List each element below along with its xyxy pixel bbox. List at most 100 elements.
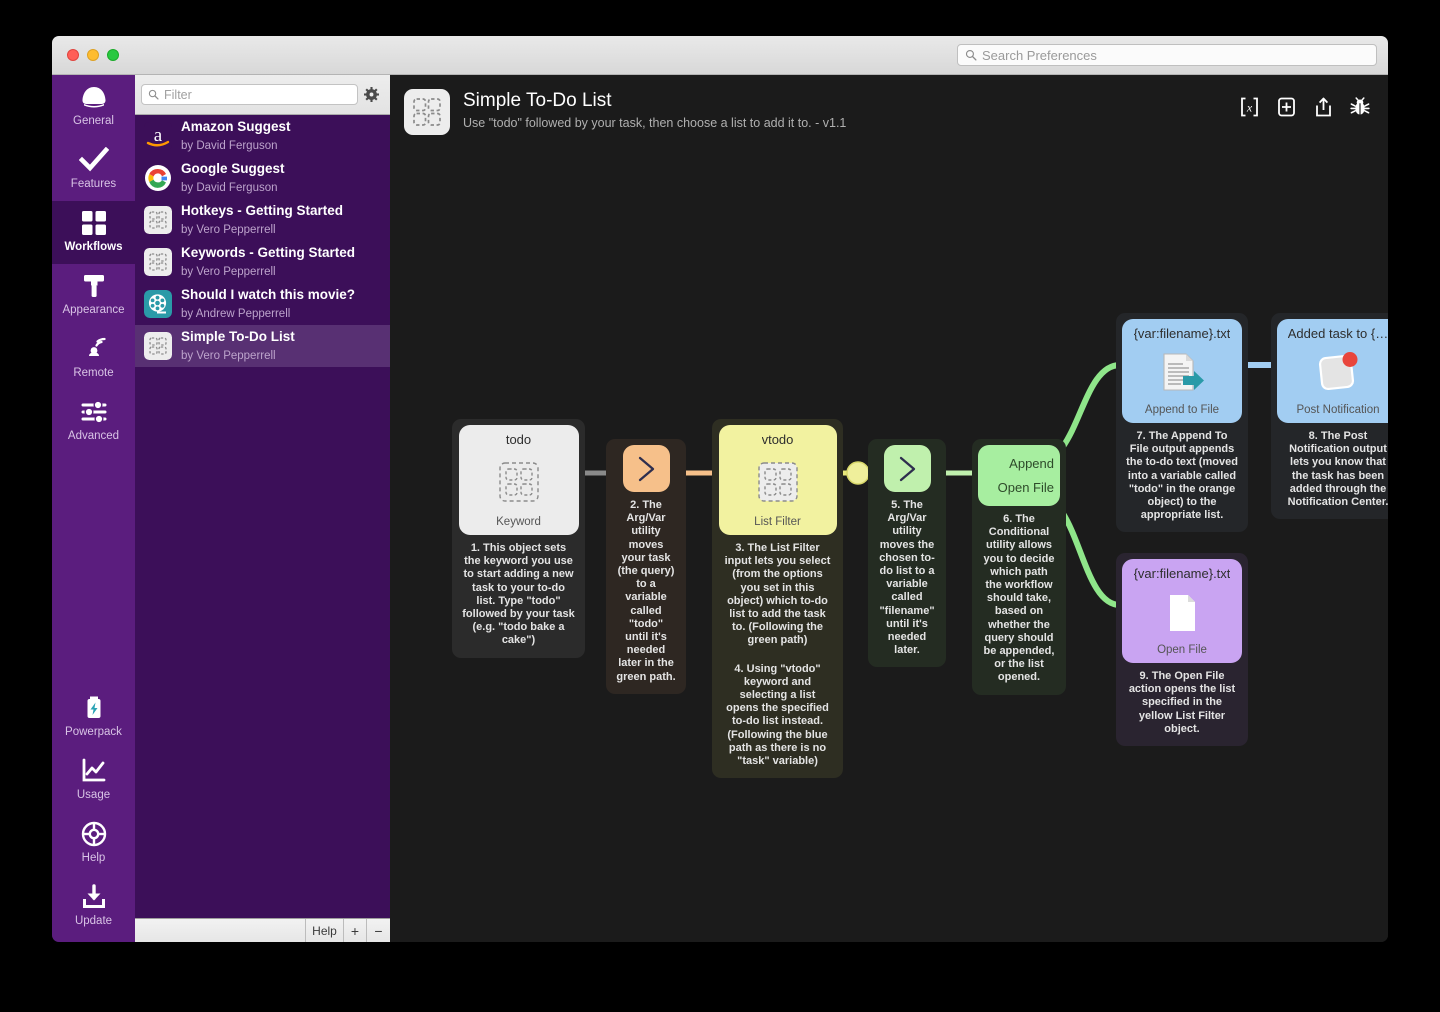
node-group-conditional[interactable]: Append Open File 6. The Conditional util… [972,439,1066,695]
filter-toolbar: Filter [135,75,390,115]
google-logo-icon [144,164,172,192]
chevron-right-icon [629,445,663,492]
window-titlebar: Search Preferences [52,36,1388,75]
sidebar-item-help[interactable]: Help [52,812,135,875]
life-ring-icon [81,819,107,849]
add-workflow-button[interactable]: + [344,919,367,942]
list-item-name: Should I watch this movie? [181,287,355,302]
node-title: todo [506,432,531,447]
film-reel-icon [144,290,172,318]
search-preferences-input[interactable]: Search Preferences [957,44,1377,66]
node-append-to-file[interactable]: {var:filename}.txt [1122,319,1242,423]
list-item[interactable]: a Amazon Suggest by David Ferguson [135,115,390,157]
sidebar-item-advanced[interactable]: Advanced [52,390,135,453]
workflow-list-status-bar: Help + − [135,918,390,942]
list-item-name: Keywords - Getting Started [181,245,355,260]
list-item-author: by Vero Pepperrell [181,224,276,236]
workflow-list-column: Filter [135,75,390,942]
filter-input[interactable]: Filter [141,84,358,105]
conditional-output-open-file: Open File [980,480,1058,495]
dashed-grid-icon [755,447,801,516]
sidebar-item-label: Remote [73,367,113,380]
preferences-sidebar: General Features Workflows [52,75,135,942]
workflow-graph: todo Keyword 1. This object sets the key… [390,75,1388,942]
sidebar-item-label: Powerpack [65,726,122,739]
workflow-list: a Amazon Suggest by David Ferguson [135,115,390,367]
list-item[interactable]: Hotkeys - Getting Started by Vero Pepper… [135,199,390,241]
list-item-author: by Vero Pepperrell [181,266,276,278]
node-annotation: 5. The Arg/Var utility moves the chosen … [874,492,940,661]
sidebar-item-label: Appearance [62,304,124,317]
node-subtitle: Append to File [1145,404,1219,417]
workflow-grid-icon [144,248,172,276]
node-open-file[interactable]: {var:filename}.txt Open File [1122,559,1242,663]
node-keyword[interactable]: todo Keyword [459,425,579,535]
node-group-keyword[interactable]: todo Keyword 1. This object sets the key… [452,419,585,658]
node-group-argvar-todo[interactable]: 2. The Arg/Var utility moves your task (… [606,439,686,694]
sidebar-item-label: Workflows [65,241,123,254]
gear-icon [364,87,379,102]
append-document-icon [1156,341,1208,404]
alfred-hat-icon [79,82,109,112]
sidebar-item-workflows[interactable]: Workflows [52,201,135,264]
alfred-preferences-window: Search Preferences General Features [52,36,1388,942]
list-item[interactable]: Keywords - Getting Started by Vero Peppe… [135,241,390,283]
minimize-button[interactable] [87,49,99,61]
sidebar-item-appearance[interactable]: Appearance [52,264,135,327]
sidebar-item-general[interactable]: General [52,75,135,138]
node-post-notification[interactable]: Added task to {… Post Notification [1277,319,1388,423]
node-group-open-file[interactable]: {var:filename}.txt Open File 9. The Open… [1116,553,1248,746]
node-group-append-to-file[interactable]: {var:filename}.txt [1116,313,1248,532]
node-group-argvar-filename[interactable]: 5. The Arg/Var utility moves the chosen … [868,439,946,667]
sidebar-item-features[interactable]: Features [52,138,135,201]
workflow-settings-gear-button[interactable] [358,87,384,102]
remove-workflow-button[interactable]: − [367,919,390,942]
node-conditional[interactable]: Append Open File [978,445,1060,506]
node-annotation: 1. This object sets the keyword you use … [458,535,579,652]
grid-squares-icon [81,208,107,238]
battery-bolt-icon [81,693,107,723]
zoom-button[interactable] [107,49,119,61]
node-title: {var:filename}.txt [1134,566,1231,581]
sidebar-item-remote[interactable]: Remote [52,327,135,390]
node-group-post-notification[interactable]: Added task to {… Post Notification 8. Th… [1271,313,1388,519]
list-item-selected[interactable]: Simple To-Do List by Vero Pepperrell [135,325,390,367]
help-button[interactable]: Help [306,919,344,942]
node-subtitle: Keyword [496,516,541,529]
node-group-list-filter[interactable]: vtodo List Filter 3. The List Filter inp… [712,419,843,778]
node-annotation: 6. The Conditional utility allows you to… [978,506,1060,689]
node-subtitle: List Filter [754,516,801,529]
chevron-right-icon [890,445,924,492]
notification-badge-icon [1312,341,1364,404]
node-list-filter[interactable]: vtodo List Filter [719,425,837,535]
node-annotation: 7. The Append To File output appends the… [1122,423,1242,526]
sidebar-item-update[interactable]: Update [52,875,135,938]
list-item[interactable]: Google Suggest by David Ferguson [135,157,390,199]
list-item-author: by Vero Pepperrell [181,350,276,362]
list-item-author: by David Ferguson [181,140,278,152]
node-title: Added task to {… [1288,326,1388,341]
node-title: vtodo [762,432,794,447]
node-subtitle: Open File [1157,644,1207,657]
download-icon [81,882,107,912]
close-button[interactable] [67,49,79,61]
node-annotation: 4. Using "vtodo" keyword and selecting a… [718,652,837,773]
node-title: {var:filename}.txt [1134,326,1231,341]
sidebar-item-usage[interactable]: Usage [52,749,135,812]
filter-placeholder: Filter [164,88,192,102]
sidebar-item-label: Update [75,915,112,928]
list-item-name: Google Suggest [181,161,285,176]
list-item[interactable]: Should I watch this movie? by Andrew Pep… [135,283,390,325]
status-bar-spacer [135,919,306,942]
search-preferences-placeholder: Search Preferences [982,48,1097,63]
sidebar-item-label: General [73,115,114,128]
remote-waves-icon [80,334,108,364]
node-argvar-todo[interactable] [623,445,670,492]
list-item-name: Hotkeys - Getting Started [181,203,343,218]
node-argvar-filename[interactable] [884,445,931,492]
node-annotation: 3. The List Filter input lets you select… [718,535,837,652]
workflow-canvas[interactable]: Simple To-Do List Use "todo" followed by… [390,75,1388,942]
node-subtitle: Post Notification [1296,404,1379,417]
paint-roller-icon [80,271,108,301]
sidebar-item-powerpack[interactable]: Powerpack [52,686,135,749]
